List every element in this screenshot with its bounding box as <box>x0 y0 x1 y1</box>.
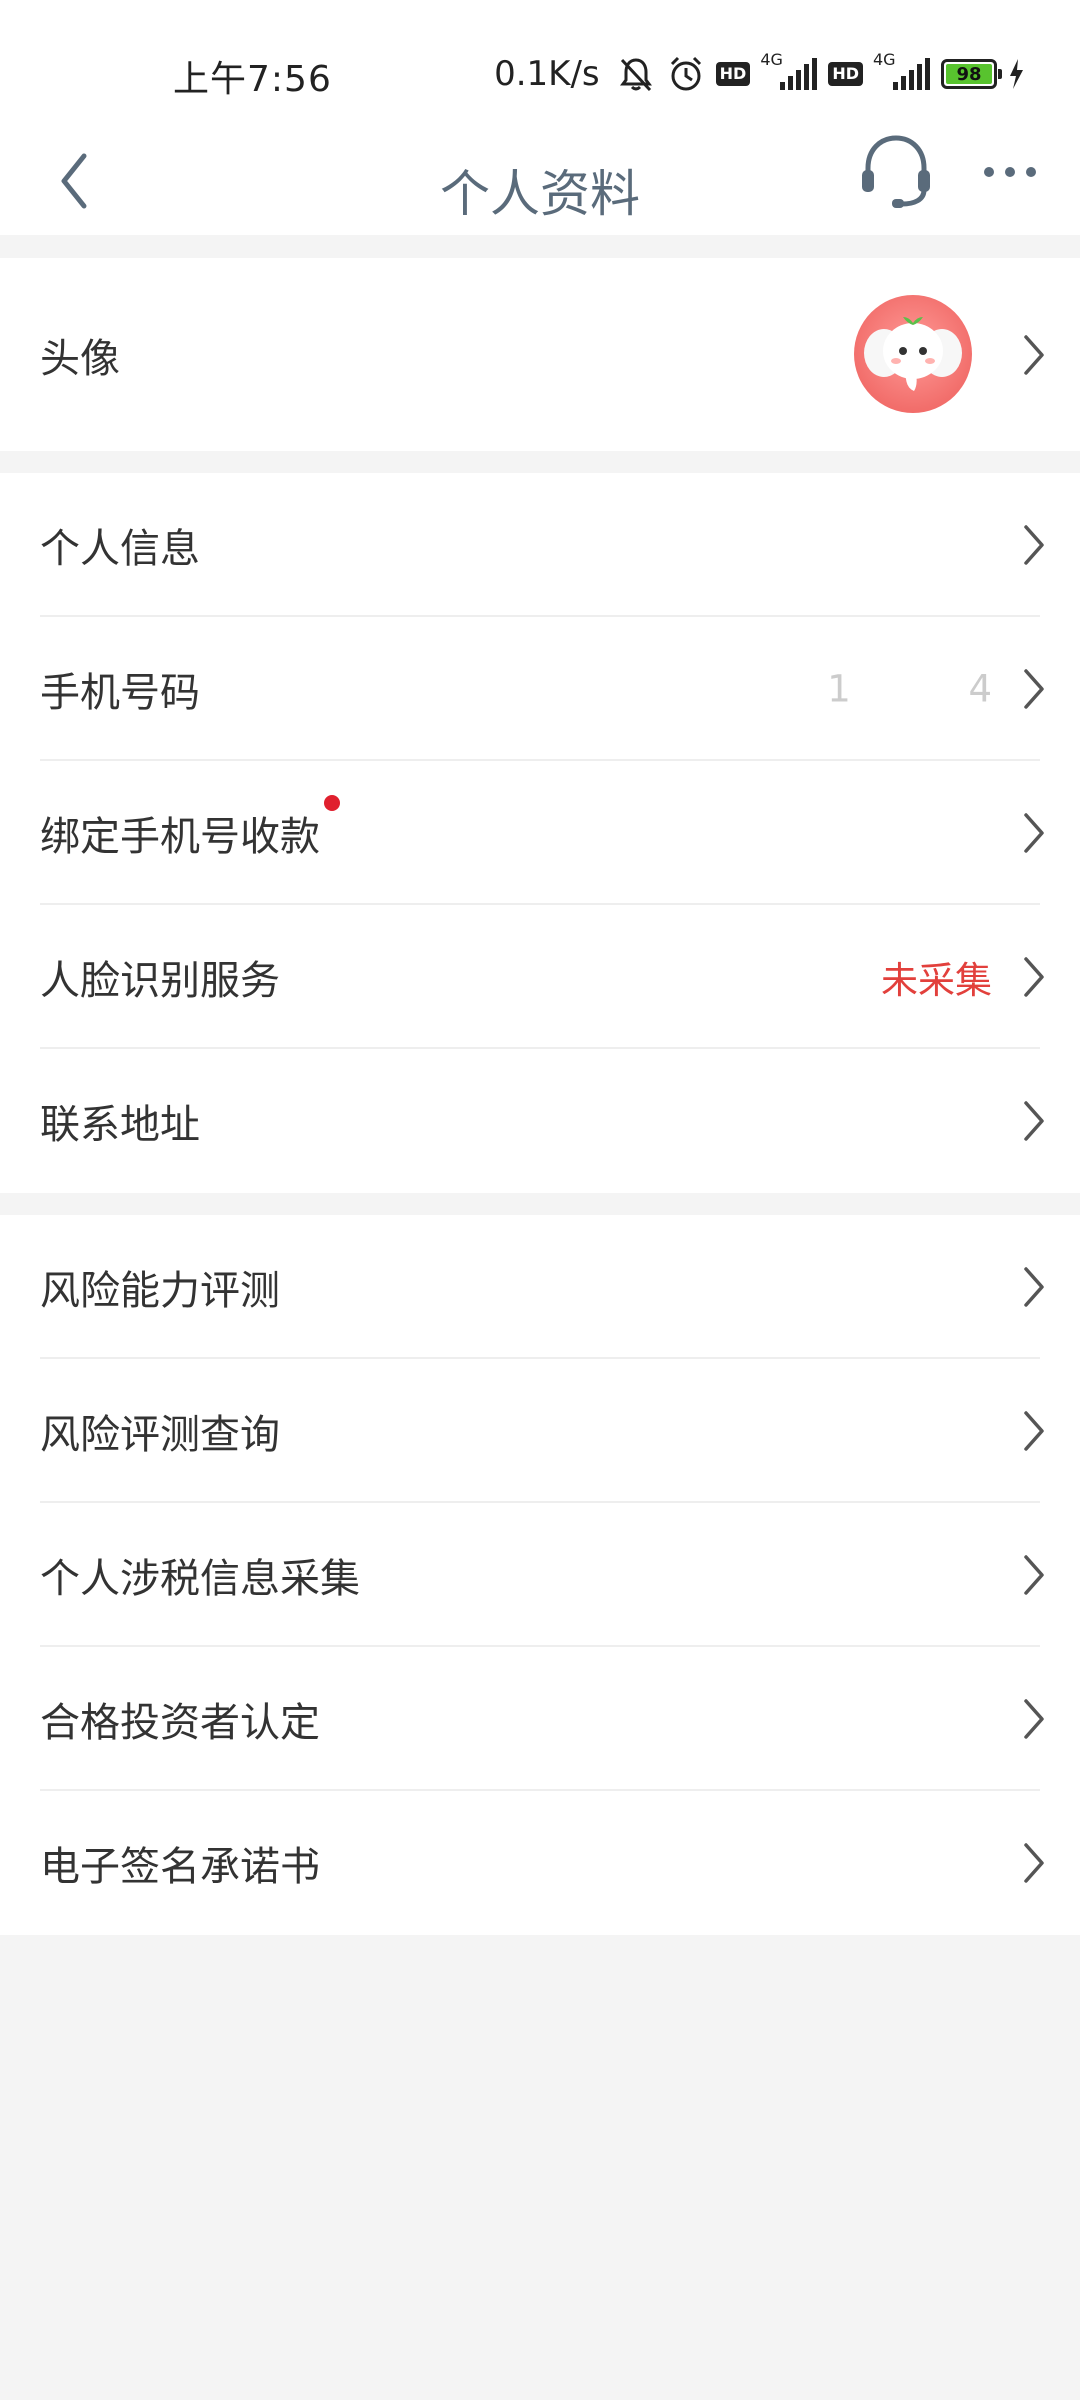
row-label: 联系地址 <box>40 1102 200 1148</box>
status-icons: 0.1K/s HD 4G HD 4G 98 <box>494 50 1025 98</box>
elephant-mascot-icon <box>864 316 962 391</box>
e-signature-row[interactable]: 电子签名承诺书 <box>0 1791 1080 1935</box>
avatar-section: 头像 <box>0 258 1080 451</box>
avatar-row[interactable]: 头像 <box>0 258 1080 451</box>
chevron-right-icon <box>1024 1555 1044 1595</box>
phone-number-value: 1 4 <box>827 667 992 711</box>
row-label: 风险能力评测 <box>40 1268 280 1314</box>
chevron-right-icon <box>1024 813 1044 853</box>
bind-phone-payment-row[interactable]: 绑定手机号收款 <box>0 761 1080 905</box>
personal-info-section: 个人信息 手机号码 1 4 绑定手机号收款 人脸识别服务 未采集 联系地址 <box>0 473 1080 1193</box>
charging-icon <box>1010 59 1023 89</box>
avatar-label: 头像 <box>40 335 120 382</box>
personal-info-row[interactable]: 个人信息 <box>0 473 1080 617</box>
chevron-right-icon <box>1024 957 1044 997</box>
chevron-right-icon <box>1024 1411 1044 1451</box>
customer-service-headset-icon[interactable] <box>858 130 934 210</box>
risk-section: 风险能力评测 风险评测查询 个人涉税信息采集 合格投资者认定 电子签名承诺书 <box>0 1215 1080 1935</box>
signal-1: 4G <box>760 50 818 92</box>
qualified-investor-row[interactable]: 合格投资者认定 <box>0 1647 1080 1791</box>
signal-bars-icon <box>893 58 930 90</box>
network-speed: 0.1K/s <box>494 54 600 94</box>
row-label: 个人信息 <box>40 526 200 572</box>
chevron-right-icon <box>1024 669 1044 709</box>
mute-bell-icon <box>619 58 652 92</box>
risk-assessment-row[interactable]: 风险能力评测 <box>0 1215 1080 1359</box>
chevron-right-icon <box>1024 334 1044 375</box>
battery-level: 98 <box>946 64 992 85</box>
chevron-right-icon <box>1024 1101 1044 1141</box>
row-label: 人脸识别服务 <box>40 958 280 1004</box>
signal-bars-icon <box>780 58 818 90</box>
more-options-icon[interactable] <box>980 152 1040 192</box>
risk-query-row[interactable]: 风险评测查询 <box>0 1359 1080 1503</box>
phone-number-row[interactable]: 手机号码 1 4 <box>0 617 1080 761</box>
chevron-right-icon <box>1024 1843 1044 1883</box>
nav-bar: 个人资料 <box>0 130 1080 235</box>
face-status-value: 未采集 <box>881 959 992 1002</box>
row-label: 电子签名承诺书 <box>40 1844 320 1890</box>
row-label: 个人涉税信息采集 <box>40 1556 360 1602</box>
signal-2: 4G <box>873 50 931 92</box>
notification-dot <box>324 795 340 811</box>
chevron-right-icon <box>1024 525 1044 565</box>
chevron-right-icon <box>1024 1699 1044 1739</box>
status-bar: 上午7:56 0.1K/s HD 4G HD 4G 98 <box>0 0 1080 130</box>
row-label: 合格投资者认定 <box>40 1700 320 1746</box>
contact-address-row[interactable]: 联系地址 <box>0 1049 1080 1193</box>
avatar[interactable] <box>854 294 972 413</box>
row-label: 手机号码 <box>40 670 200 716</box>
face-recognition-row[interactable]: 人脸识别服务 未采集 <box>0 905 1080 1049</box>
chevron-right-icon <box>1024 1267 1044 1307</box>
alarm-icon <box>670 56 701 91</box>
tax-info-row[interactable]: 个人涉税信息采集 <box>0 1503 1080 1647</box>
status-time: 上午7:56 <box>173 59 332 100</box>
hd-badge-1: HD <box>715 62 751 86</box>
hd-badge-2: HD <box>828 62 863 86</box>
row-label: 风险评测查询 <box>40 1412 280 1458</box>
battery-icon: 98 <box>941 59 1002 89</box>
row-label: 绑定手机号收款 <box>40 814 320 860</box>
